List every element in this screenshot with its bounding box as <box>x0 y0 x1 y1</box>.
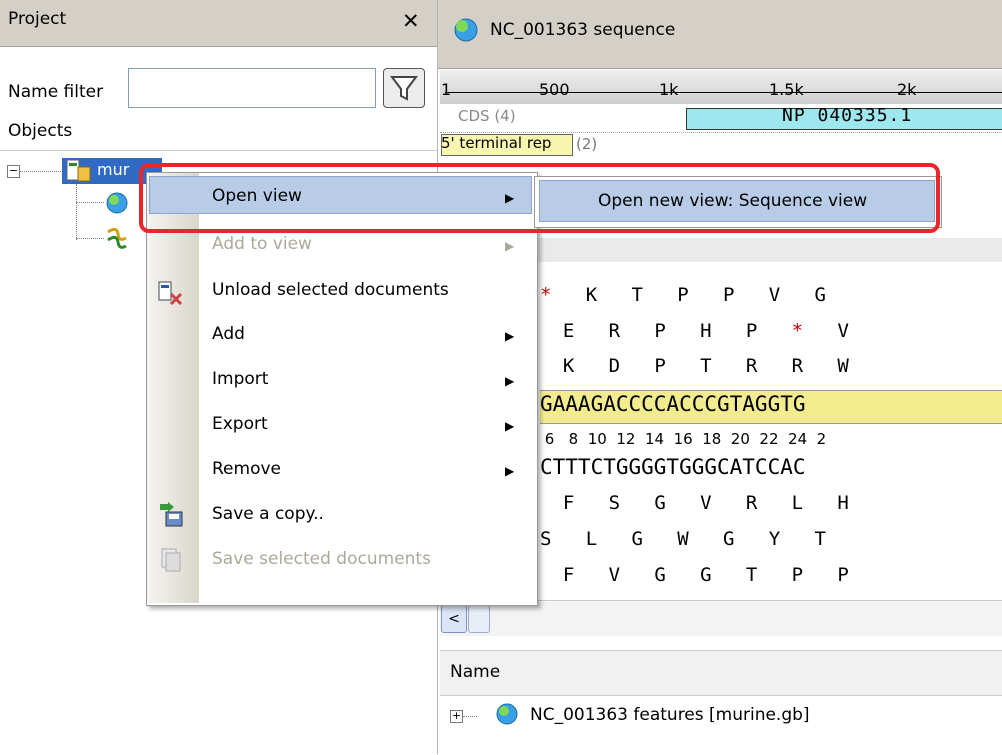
tree-item-document-label: mur <box>97 160 130 179</box>
menu-item-unload-selected-documents[interactable]: Unload selected documents <box>212 280 449 300</box>
project-panel-title: Project <box>8 9 67 29</box>
dna-reverse-strand: CTTTCTGGGGTGGGCATCCAC <box>540 455 806 479</box>
funnel-icon <box>390 76 418 101</box>
name-filter-input[interactable] <box>128 68 376 108</box>
tree-expand-toggle[interactable]: + <box>450 710 463 723</box>
translation-row: * K T P P V G <box>540 284 826 306</box>
submenu-arrow-icon: ▶ <box>505 419 515 433</box>
context-menu <box>146 172 538 606</box>
sequence-icon <box>454 18 478 42</box>
name-column-header[interactable] <box>440 650 1002 696</box>
dna-forward-strand: GAAAGACCCCACCCGTAGGTG <box>540 392 806 416</box>
translation-row: F S G V R L H <box>540 492 849 514</box>
close-icon[interactable]: ✕ <box>402 9 420 33</box>
sequence-icon <box>496 703 518 725</box>
scroll-thumb[interactable] <box>468 605 490 633</box>
ruler-tick-label: 500 <box>539 80 570 99</box>
submenu-arrow-icon: ▶ <box>505 329 515 343</box>
ruler-tick-label: 1.5k <box>769 80 804 99</box>
menu-item-add[interactable]: Add <box>212 324 245 344</box>
position-row: 6 8 10 12 14 16 18 20 22 24 2 <box>540 430 827 448</box>
submenu-arrow-icon: ▶ <box>505 374 515 388</box>
sequence-icon <box>106 192 128 214</box>
menu-item-save-a-copy[interactable]: Save a copy.. <box>212 504 324 524</box>
highlight-annotation <box>139 163 940 233</box>
cds-feature-label: NP 040335.1 <box>782 105 913 126</box>
save-documents-icon <box>161 548 181 572</box>
tree-connector <box>76 238 104 239</box>
name-filter-label: Name filter <box>8 82 104 102</box>
document-icon <box>66 159 91 182</box>
translation-row: F V G G T P P <box>540 564 849 586</box>
tree-connector <box>76 202 104 203</box>
menu-item-save-selected-documents: Save selected documents <box>212 549 431 569</box>
submenu-arrow-icon: ▶ <box>505 239 515 253</box>
context-menu-icon-strip <box>147 173 199 603</box>
list-item[interactable]: NC_001363 features [murine.gb] <box>530 705 810 725</box>
ruler-tick-label: 2k <box>897 80 917 99</box>
translation-row: K D P T R R W <box>540 355 849 377</box>
tree-connector <box>76 184 77 240</box>
ruler-tick-label: 1 <box>441 80 452 99</box>
translation-row: S L G W G Y T <box>540 528 826 550</box>
terminal-repeat-count: (2) <box>576 135 598 153</box>
menu-item-import[interactable]: Import <box>212 369 268 389</box>
tree-connector <box>19 171 61 172</box>
scroll-left-button[interactable]: < <box>441 605 467 633</box>
translation-row: E R P H P * V <box>540 320 849 342</box>
tree-connector <box>463 716 477 717</box>
unload-document-icon <box>158 281 183 306</box>
position-ruler[interactable] <box>440 70 1002 105</box>
save-copy-icon <box>160 502 183 527</box>
cds-track-label: CDS (4) <box>458 107 516 125</box>
ruler-tick-label: 1k <box>659 80 679 99</box>
objects-label: Objects <box>8 121 73 141</box>
annotation-icon <box>107 227 127 249</box>
menu-item-add-to-view: Add to view <box>212 234 312 254</box>
ruler-line <box>445 92 1002 93</box>
submenu-arrow-icon: ▶ <box>505 464 515 478</box>
name-column-label: Name <box>450 662 501 682</box>
filter-button[interactable] <box>383 68 425 108</box>
sequence-view-title: NC_001363 sequence <box>490 20 676 40</box>
menu-item-export[interactable]: Export <box>212 414 268 434</box>
terminal-repeat-label: 5' terminal rep <box>441 134 552 152</box>
menu-item-remove[interactable]: Remove <box>212 459 281 479</box>
